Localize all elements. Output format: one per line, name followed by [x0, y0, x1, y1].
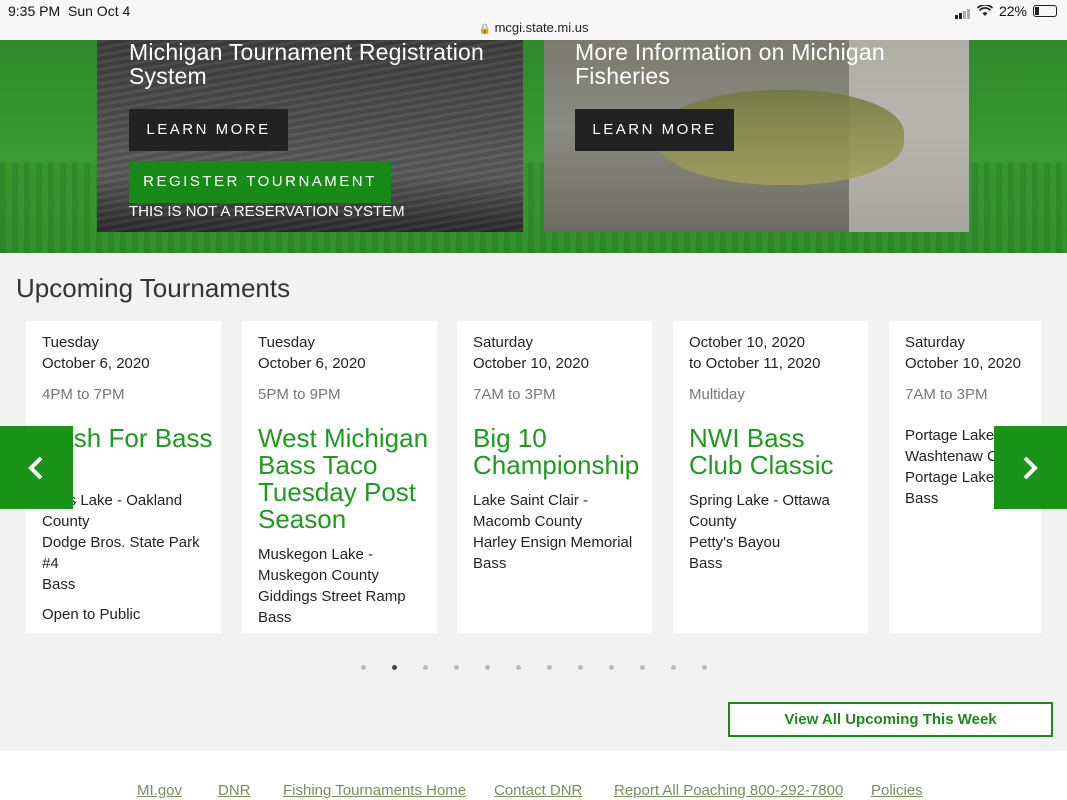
tournament-card[interactable]: Tuesday October 6, 2020 5PM to 9PM West … — [242, 321, 437, 633]
card-species: Bass — [689, 555, 723, 572]
card-date: October 6, 2020 — [258, 355, 366, 372]
carousel-prev-button[interactable] — [0, 426, 73, 509]
pagination-dot[interactable] — [391, 665, 397, 670]
url-text: mcgi.state.mi.us — [494, 20, 589, 35]
pagination-dot[interactable] — [701, 665, 707, 670]
registration-title: Michigan Tournament Registration System — [129, 40, 484, 88]
card-lake: Muskegon Lake - Muskegon County — [258, 546, 379, 584]
wifi-icon — [976, 5, 993, 16]
pagination-dot[interactable] — [546, 665, 552, 670]
pagination-dot[interactable] — [670, 665, 676, 670]
status-date: Sun Oct 4 — [68, 3, 131, 19]
card-date: October 10, 2020 — [689, 334, 805, 351]
chevron-left-icon — [28, 456, 43, 480]
registration-card: Michigan Tournament Registration System … — [97, 40, 523, 232]
pagination-dot[interactable] — [639, 665, 645, 670]
view-all-upcoming-button[interactable]: View All Upcoming This Week — [728, 702, 1053, 737]
card-date: October 6, 2020 — [42, 355, 150, 372]
signal-icon — [954, 3, 971, 19]
card-lake: Spring Lake - Ottawa County — [689, 492, 830, 530]
pagination-dot[interactable] — [608, 665, 614, 670]
footer-link-dnr[interactable]: DNR — [218, 782, 251, 799]
learn-more-registration-button[interactable]: LEARN MORE — [129, 109, 288, 151]
lock-icon: 🔒 — [478, 24, 491, 35]
card-date: Tuesday — [42, 334, 99, 351]
pagination-dot[interactable] — [422, 665, 428, 670]
battery-icon — [1033, 5, 1057, 17]
address-bar[interactable]: 🔒 mcgi.state.mi.us — [0, 20, 1067, 35]
footer-link-mi-gov[interactable]: MI.gov — [137, 782, 182, 799]
card-date: Saturday — [905, 334, 966, 351]
fisheries-title-line1: More Information on Michigan — [575, 40, 885, 65]
tournament-card[interactable]: October 10, 2020 to October 11, 2020 Mul… — [673, 321, 868, 633]
card-location: Muskegon Lake - Muskegon County Giddings… — [258, 544, 433, 628]
upcoming-tournaments-section: Upcoming Tournaments Tuesday October 6, … — [0, 253, 1067, 751]
status-right: 22% — [954, 3, 1057, 19]
pagination-dot[interactable] — [577, 665, 583, 670]
card-time: Multiday — [689, 386, 745, 403]
card-time: 7AM to 3PM — [473, 386, 556, 403]
card-time: 7AM to 3PM — [905, 386, 988, 403]
card-access-site: Dodge Bros. State Park #4 — [42, 534, 200, 572]
chevron-right-icon — [1023, 456, 1038, 480]
card-time: 5PM to 9PM — [258, 386, 341, 403]
card-species: Bass — [258, 609, 292, 626]
carousel-next-button[interactable] — [994, 426, 1067, 509]
card-access-site: Harley Ensign Memorial — [473, 534, 633, 551]
pagination-dot[interactable] — [360, 665, 366, 670]
registration-title-line1: Michigan Tournament Registration — [129, 40, 484, 65]
footer-link-contact-dnr[interactable]: Contact DNR — [494, 782, 582, 799]
footer-link-fishing-tournaments-home[interactable]: Fishing Tournaments Home — [283, 782, 466, 799]
card-date: October 10, 2020 — [473, 355, 589, 372]
pagination-dot[interactable] — [484, 665, 490, 670]
status-bar: 9:35 PM Sun Oct 4 🔒 mcgi.state.mi.us 22% — [0, 0, 1067, 40]
carousel-pagination — [0, 665, 1067, 670]
register-tournament-button[interactable]: REGISTER TOURNAMENT — [129, 161, 391, 203]
card-species: Bass — [42, 576, 76, 593]
card-access-site: Giddings Street Ramp — [258, 588, 406, 605]
card-time: 4PM to 7PM — [42, 386, 125, 403]
footer-link-report-poaching[interactable]: Report All Poaching 800-292-7800 — [614, 782, 843, 799]
card-lake: Lake Saint Clair - Macomb County — [473, 492, 589, 530]
card-date: Tuesday — [258, 334, 315, 351]
card-open-status: Open to Public — [42, 606, 141, 623]
learn-more-fisheries-button[interactable]: LEARN MORE — [575, 109, 734, 151]
fisheries-title-line2: Fisheries — [575, 63, 671, 89]
card-date: October 10, 2020 — [905, 355, 1021, 372]
fisheries-card: More Information on Michigan Fisheries L… — [544, 40, 969, 232]
card-location: Spring Lake - Ottawa County Petty's Bayo… — [689, 490, 864, 574]
footer-link-policies[interactable]: Policies — [871, 782, 923, 799]
pagination-dot[interactable] — [453, 665, 459, 670]
hero-banner: Michigan Tournament Registration System … — [0, 40, 1067, 253]
fisheries-title: More Information on Michigan Fisheries — [575, 40, 885, 88]
card-date: Saturday — [473, 334, 534, 351]
footer: MI.gov DNR Fishing Tournaments Home Cont… — [0, 751, 1067, 800]
registration-title-line2: System — [129, 63, 207, 89]
card-species: Bass — [473, 555, 507, 572]
pagination-dot[interactable] — [515, 665, 521, 670]
card-location: Lake Saint Clair - Macomb County Harley … — [473, 490, 648, 574]
card-access-site: Petty's Bayou — [689, 534, 781, 551]
reservation-note: THIS IS NOT A RESERVATION SYSTEM — [129, 203, 405, 220]
status-time: 9:35 PM — [8, 3, 61, 19]
battery-percent: 22% — [998, 3, 1027, 19]
card-date: to October 11, 2020 — [689, 355, 821, 372]
card-tournament-name[interactable]: Big 10 Championship — [473, 425, 648, 479]
card-tournament-name[interactable]: NWI Bass Club Classic — [689, 425, 864, 479]
tournament-card[interactable]: Saturday October 10, 2020 7AM to 3PM Big… — [457, 321, 652, 633]
card-tournament-name[interactable]: West Michigan Bass Taco Tuesday Post Sea… — [258, 425, 433, 533]
section-title: Upcoming Tournaments — [16, 273, 291, 303]
